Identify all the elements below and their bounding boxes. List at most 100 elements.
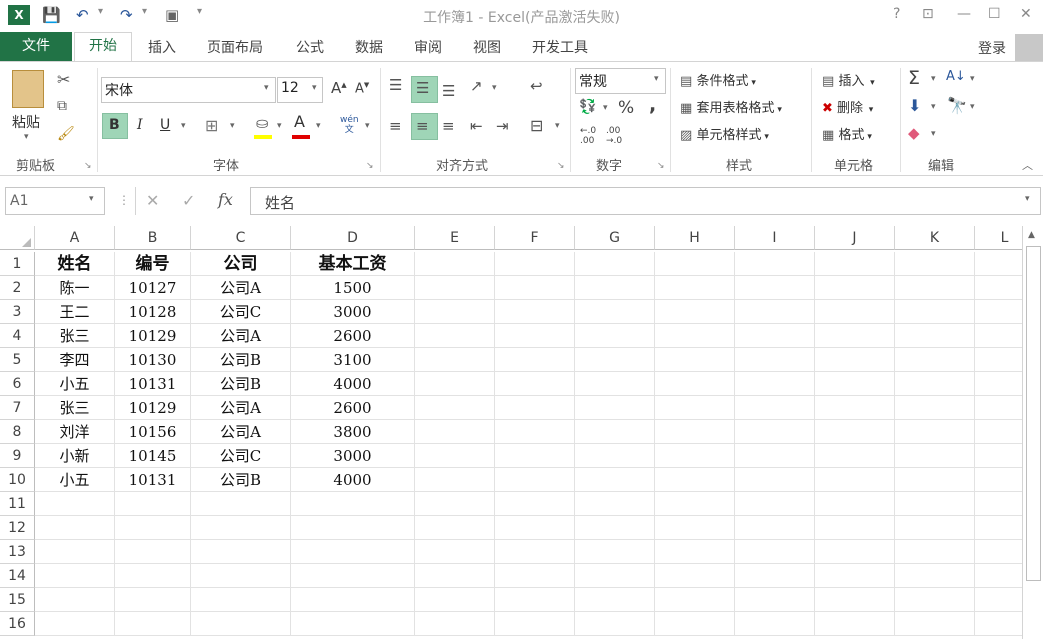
row-header-9[interactable]: 9 [0, 444, 35, 468]
fill-color-icon[interactable]: ⛀ [256, 114, 269, 132]
cell-K7[interactable] [895, 396, 975, 420]
cell-E3[interactable] [415, 300, 495, 324]
cell-C14[interactable] [191, 564, 291, 588]
cell-I6[interactable] [735, 372, 815, 396]
cell-F16[interactable] [495, 612, 575, 636]
row-header-7[interactable]: 7 [0, 396, 35, 420]
signin-link[interactable]: 登录 [978, 38, 1006, 58]
cell-I7[interactable] [735, 396, 815, 420]
cell-G12[interactable] [575, 516, 655, 540]
cell-B16[interactable] [115, 612, 191, 636]
cell-B13[interactable] [115, 540, 191, 564]
clear-icon[interactable]: ◆ [908, 124, 920, 142]
cell-E5[interactable] [415, 348, 495, 372]
row-header-14[interactable]: 14 [0, 564, 35, 588]
cell-G9[interactable] [575, 444, 655, 468]
cell-E15[interactable] [415, 588, 495, 612]
align-center-icon[interactable]: ≡ [416, 117, 429, 135]
cell-C5[interactable]: 公司B [191, 348, 291, 372]
format-as-table-button[interactable]: ▦ 套用表格格式 ▾ [680, 97, 782, 116]
insert-cells-button[interactable]: ▤ 插入 ▾ [822, 70, 875, 89]
cell-B8[interactable]: 10156 [115, 420, 191, 444]
cell-D12[interactable] [291, 516, 415, 540]
row-header-11[interactable]: 11 [0, 492, 35, 516]
cell-K9[interactable] [895, 444, 975, 468]
cell-L11[interactable] [975, 492, 1022, 516]
cell-L2[interactable] [975, 276, 1022, 300]
cell-A11[interactable] [35, 492, 115, 516]
cell-D10[interactable]: 4000 [291, 468, 415, 492]
cell-G16[interactable] [575, 612, 655, 636]
cell-H12[interactable] [655, 516, 735, 540]
cell-L5[interactable] [975, 348, 1022, 372]
align-left-icon[interactable]: ≡ [389, 117, 402, 135]
cell-B7[interactable]: 10129 [115, 396, 191, 420]
tab-insert[interactable]: 插入 [148, 37, 176, 57]
cell-E4[interactable] [415, 324, 495, 348]
paste-dropdown-icon[interactable]: ▾ [24, 132, 29, 142]
alignment-launcher-icon[interactable]: ↘ [557, 161, 565, 171]
cell-F3[interactable] [495, 300, 575, 324]
name-box-dropdown-icon[interactable]: ▾ [89, 194, 94, 204]
cell-I13[interactable] [735, 540, 815, 564]
tab-file[interactable]: 文件 [0, 32, 72, 61]
column-header-a[interactable]: A [35, 226, 115, 250]
cell-G8[interactable] [575, 420, 655, 444]
row-header-10[interactable]: 10 [0, 468, 35, 492]
cell-I14[interactable] [735, 564, 815, 588]
merge-dropdown-icon[interactable]: ▾ [555, 121, 560, 131]
cell-L15[interactable] [975, 588, 1022, 612]
cell-K15[interactable] [895, 588, 975, 612]
cell-G13[interactable] [575, 540, 655, 564]
cell-F4[interactable] [495, 324, 575, 348]
cell-G7[interactable] [575, 396, 655, 420]
cell-C2[interactable]: 公司A [191, 276, 291, 300]
row-header-3[interactable]: 3 [0, 300, 35, 324]
find-select-icon[interactable]: 🔭 [947, 96, 967, 115]
row-header-12[interactable]: 12 [0, 516, 35, 540]
cell-C9[interactable]: 公司C [191, 444, 291, 468]
row-header-15[interactable]: 15 [0, 588, 35, 612]
cell-B2[interactable]: 10127 [115, 276, 191, 300]
cell-K3[interactable] [895, 300, 975, 324]
cell-F8[interactable] [495, 420, 575, 444]
cell-A8[interactable]: 刘洋 [35, 420, 115, 444]
cell-E12[interactable] [415, 516, 495, 540]
cell-B5[interactable]: 10130 [115, 348, 191, 372]
cell-K16[interactable] [895, 612, 975, 636]
cell-G1[interactable] [575, 252, 655, 276]
percent-style-button[interactable]: % [618, 98, 634, 118]
cell-D1[interactable]: 基本工资 [291, 252, 415, 276]
cell-D14[interactable] [291, 564, 415, 588]
cell-K10[interactable] [895, 468, 975, 492]
cell-C13[interactable] [191, 540, 291, 564]
avatar[interactable] [1015, 34, 1043, 62]
cell-D2[interactable]: 1500 [291, 276, 415, 300]
cell-C6[interactable]: 公司B [191, 372, 291, 396]
cell-A7[interactable]: 张三 [35, 396, 115, 420]
sort-filter-icon[interactable]: A↓ [946, 69, 966, 84]
cell-J5[interactable] [815, 348, 895, 372]
cell-I5[interactable] [735, 348, 815, 372]
cell-F5[interactable] [495, 348, 575, 372]
enter-icon[interactable]: ✓ [182, 191, 195, 210]
cell-F13[interactable] [495, 540, 575, 564]
cell-A12[interactable] [35, 516, 115, 540]
tab-view[interactable]: 视图 [473, 37, 501, 57]
cell-I4[interactable] [735, 324, 815, 348]
vertical-scrollbar[interactable]: ▲ [1022, 226, 1043, 639]
row-header-2[interactable]: 2 [0, 276, 35, 300]
cell-H5[interactable] [655, 348, 735, 372]
cell-K4[interactable] [895, 324, 975, 348]
cell-L14[interactable] [975, 564, 1022, 588]
cell-L9[interactable] [975, 444, 1022, 468]
cell-J2[interactable] [815, 276, 895, 300]
italic-button[interactable]: I [137, 117, 143, 133]
cell-J13[interactable] [815, 540, 895, 564]
cell-E13[interactable] [415, 540, 495, 564]
cell-D6[interactable]: 4000 [291, 372, 415, 396]
cell-L12[interactable] [975, 516, 1022, 540]
scroll-thumb[interactable] [1026, 246, 1041, 581]
cell-I11[interactable] [735, 492, 815, 516]
merge-center-icon[interactable]: ⊟ [530, 116, 543, 135]
